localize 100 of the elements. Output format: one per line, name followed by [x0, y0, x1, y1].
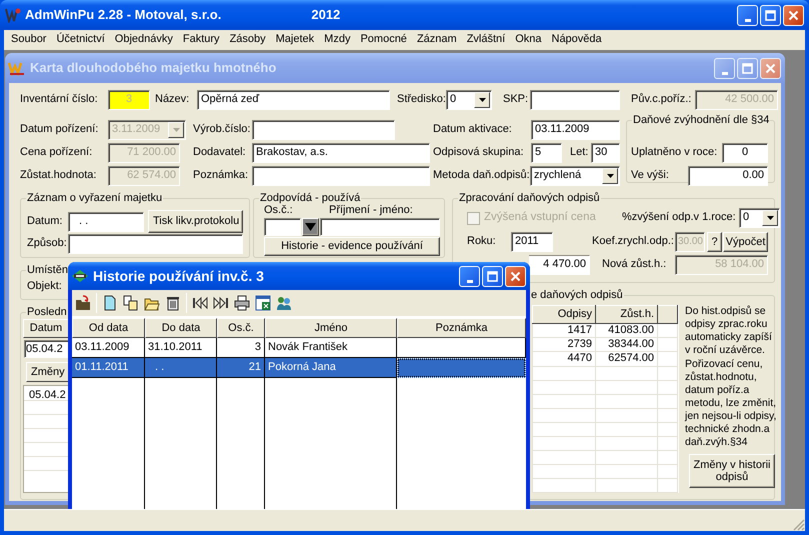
- text-field[interactable]: . .: [68, 212, 144, 232]
- dropdown-button[interactable]: [474, 92, 490, 108]
- close-icon: [510, 270, 521, 282]
- maximize-button[interactable]: [737, 58, 758, 78]
- text-field[interactable]: 0: [722, 143, 768, 163]
- help-button[interactable]: ?: [707, 232, 722, 252]
- maximize-icon: [742, 62, 753, 74]
- column-header[interactable]: Datum: [23, 319, 69, 338]
- caret-icon: [305, 222, 316, 232]
- menu-item[interactable]: Objednávky: [110, 33, 177, 47]
- people-icon[interactable]: [276, 295, 292, 311]
- dropdown[interactable]: zrychlená: [530, 166, 620, 186]
- resize-grip-icon: [793, 519, 805, 531]
- column-header[interactable]: Od data: [72, 318, 145, 338]
- table-cell: 2739: [532, 338, 596, 352]
- list-row[interactable]: 05.04.2: [24, 386, 66, 400]
- column-header[interactable]: Do data: [145, 318, 217, 338]
- text-field[interactable]: 0.00: [688, 166, 768, 186]
- field-label: Výrob.číslo:: [193, 123, 252, 137]
- field-label: Středisko:: [397, 93, 446, 107]
- dropdown[interactable]: 0: [446, 90, 492, 110]
- text-field[interactable]: 5: [531, 143, 562, 163]
- last-record-icon[interactable]: [213, 295, 229, 311]
- field-label: Ve výši:: [631, 169, 670, 183]
- column-header[interactable]: Zůst.h.: [596, 306, 658, 324]
- text-field[interactable]: [68, 234, 243, 254]
- menu-item[interactable]: Okna: [511, 33, 546, 47]
- dropdown-button[interactable]: [762, 210, 778, 226]
- logo-icon: [8, 60, 26, 76]
- field-label: Dodavatel:: [193, 146, 247, 160]
- text-field[interactable]: [320, 218, 440, 236]
- field-label: Metoda daň.odpisů:: [433, 169, 530, 183]
- menu-item[interactable]: Zásoby: [226, 33, 270, 47]
- copy-icon[interactable]: [123, 295, 139, 311]
- printer-icon[interactable]: [234, 295, 250, 311]
- group-title: Zpracování daňových odpisů: [458, 192, 601, 206]
- folder-icon[interactable]: [75, 295, 91, 311]
- minimize-button[interactable]: [714, 58, 735, 78]
- app-icon: [71, 269, 89, 283]
- dropdown-button[interactable]: [302, 218, 319, 236]
- column-header[interactable]: Poznámka: [397, 318, 526, 338]
- menu-item[interactable]: Účetnictví: [52, 33, 109, 47]
- text-field[interactable]: [252, 166, 430, 186]
- menu-item[interactable]: Záznam: [412, 33, 461, 47]
- year-label: 2012: [311, 7, 340, 23]
- note-text: Do hist.odpisů se odpisy zprac.roku automaticky zapíší v roční uzávěrce. Pořizovací cenu, zůstat.hodnotu, datum poříz.a metodu, lze změnit, jen nejsou-li odpisy, technické zhodn.a daň.zvýh.§34: [685, 305, 778, 450]
- text-field[interactable]: 2011: [511, 232, 553, 252]
- window-title: Historie používání inv.č. 3: [93, 268, 264, 284]
- dropdown-button[interactable]: [602, 168, 618, 184]
- text-field[interactable]: Opěrná zeď: [197, 90, 390, 110]
- history-button[interactable]: Historie - evidence používání: [264, 237, 440, 256]
- checkbox-label: Zvýšená vstupní cena: [484, 211, 597, 225]
- spreadsheet-icon[interactable]: [255, 295, 271, 311]
- trash-icon[interactable]: [165, 295, 181, 311]
- text-field[interactable]: [264, 218, 301, 236]
- calculate-button[interactable]: Výpočet: [723, 232, 768, 252]
- text-field[interactable]: 05.04.2: [24, 340, 68, 358]
- text-field[interactable]: 30: [591, 143, 620, 163]
- text-field[interactable]: [530, 90, 620, 110]
- print-button[interactable]: Tisk likv.protokolu: [148, 210, 243, 233]
- group-title: Záznam o vyřazení majetku: [26, 192, 164, 206]
- field-label: Uplatněno v roce:: [631, 146, 718, 160]
- menu-item[interactable]: Faktury: [178, 33, 224, 47]
- column-header[interactable]: Os.č.: [217, 318, 265, 338]
- caret-icon: [172, 126, 180, 134]
- field-label: Poznámka:: [193, 169, 250, 183]
- field-label: Nová zůst.h.:: [602, 258, 668, 272]
- field-label: Objekt:: [27, 280, 62, 294]
- menu-item[interactable]: Zvláštní: [462, 33, 510, 47]
- minimize-icon: [744, 18, 750, 22]
- field-label: Os.č.:: [264, 204, 294, 218]
- close-button[interactable]: [760, 58, 781, 78]
- text-field[interactable]: [252, 120, 395, 140]
- menu-item[interactable]: Pomocné: [356, 33, 411, 47]
- text-field[interactable]: 03.11.2009: [531, 120, 620, 140]
- table-cell: 41083.00: [596, 324, 658, 338]
- window-title: Karta dlouhodobého majetku hmotného: [30, 60, 276, 76]
- text-field[interactable]: 4 470.00: [529, 255, 590, 275]
- caret-icon: [606, 172, 614, 180]
- menu-item[interactable]: Soubor: [7, 33, 50, 47]
- text-field[interactable]: Brakostav, a.s.: [252, 143, 430, 163]
- history-changes-button[interactable]: Změny v historii odpisů: [689, 454, 775, 488]
- menu-item[interactable]: Majetek: [272, 33, 318, 47]
- field-label: Způsob:: [27, 237, 68, 251]
- column-header[interactable]: Jméno: [265, 318, 397, 338]
- changes-button[interactable]: Změny: [26, 362, 68, 382]
- field-label: Datum aktivace:: [433, 123, 513, 137]
- table-cell: 38344.00: [596, 338, 658, 352]
- field-label: Inventární číslo:: [20, 93, 99, 107]
- close-icon: [765, 62, 776, 74]
- window-title: AdmWinPu 2.28 - Motoval, s.r.o.: [25, 7, 222, 23]
- field-label: Příjmení - jméno:: [329, 204, 413, 218]
- menu-item[interactable]: Mzdy: [320, 33, 354, 47]
- page-icon[interactable]: [102, 295, 118, 311]
- dropdown[interactable]: 0: [739, 208, 780, 228]
- first-record-icon[interactable]: [192, 295, 208, 311]
- app-icon: [5, 7, 21, 23]
- group-title: Daňové zvýhodnění dle §34: [632, 114, 770, 128]
- column-header[interactable]: Odpisy: [532, 306, 596, 324]
- menu-item[interactable]: Nápověda: [548, 33, 606, 47]
